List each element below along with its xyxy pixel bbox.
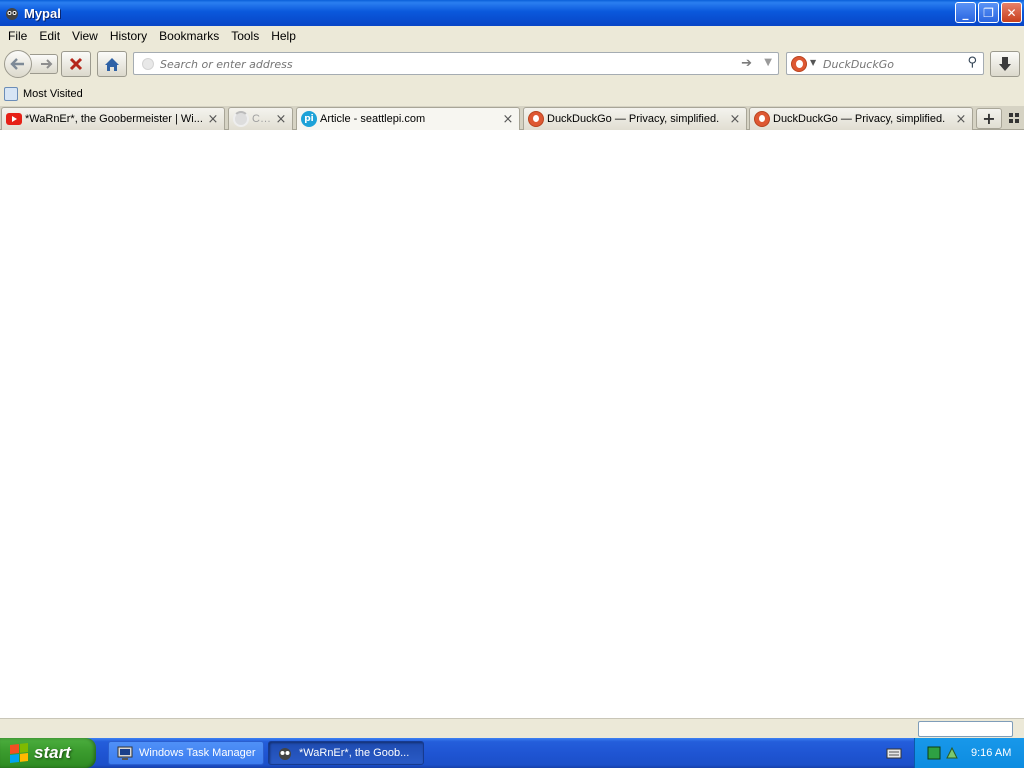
tab-youtube[interactable]: *WaRnEr*, the Goobermeister | Wi... × (1, 107, 225, 130)
tab-close-icon[interactable]: × (501, 112, 515, 127)
restore-button[interactable]: ❐ (978, 2, 999, 23)
search-icon[interactable]: ⚲ (967, 55, 977, 70)
taskbar: start Windows Task Manager *WaRnEr*, the… (0, 738, 1024, 768)
new-tab-button[interactable]: + (976, 108, 1002, 129)
downloads-button[interactable] (990, 51, 1020, 77)
tab-title: DuckDuckGo — Privacy, simplified. (773, 113, 946, 125)
keyboard-icon[interactable] (886, 746, 902, 760)
mypal-icon (4, 5, 20, 21)
tab-close-icon[interactable]: × (274, 112, 288, 127)
download-arrow-icon (999, 57, 1011, 71)
menu-file[interactable]: File (2, 29, 33, 43)
tab-duckduckgo-1[interactable]: DuckDuckGo — Privacy, simplified. × (523, 107, 747, 130)
tab-loading[interactable]: Co... × (228, 107, 293, 130)
window-title: Mypal (24, 5, 61, 21)
safely-remove-icon[interactable] (945, 746, 959, 760)
back-forward-group (4, 50, 58, 78)
duckduckgo-icon (528, 111, 544, 127)
taskbar-item-task-manager[interactable]: Windows Task Manager (108, 741, 264, 765)
task-manager-icon (117, 746, 133, 760)
forward-arrow-icon (40, 59, 52, 69)
tab-title: *WaRnEr*, the Goobermeister | Wi... (25, 113, 203, 125)
tab-close-icon[interactable]: × (728, 112, 742, 127)
minimize-icon: _ (962, 5, 969, 20)
duckduckgo-icon[interactable] (791, 56, 807, 72)
go-arrow-icon[interactable]: ➔ (741, 56, 752, 71)
taskbar-item-mypal[interactable]: *WaRnEr*, the Goob... (268, 741, 424, 765)
page-content[interactable] (0, 130, 1024, 718)
address-bar[interactable]: ➔ ▼ (133, 52, 779, 75)
restore-icon: ❐ (983, 5, 994, 20)
menu-bar: File Edit View History Bookmarks Tools H… (0, 26, 1024, 46)
tab-duckduckgo-2[interactable]: DuckDuckGo — Privacy, simplified. × (749, 107, 973, 130)
list-all-tabs-button[interactable] (1006, 110, 1022, 126)
back-button[interactable] (4, 50, 32, 78)
bookmarks-toolbar: Most Visited (0, 82, 1024, 106)
tab-seattlepi[interactable]: pi Article - seattlepi.com × (296, 107, 520, 130)
address-input[interactable] (160, 56, 720, 72)
home-icon (105, 57, 119, 71)
search-bar[interactable]: ▼ ⚲ (786, 52, 984, 75)
status-bar (0, 718, 1024, 738)
home-button[interactable] (97, 51, 127, 77)
task-label: *WaRnEr*, the Goob... (299, 747, 410, 759)
history-dropdown-icon[interactable]: ▼ (764, 57, 772, 68)
menu-edit[interactable]: Edit (33, 29, 66, 43)
stop-button[interactable] (61, 51, 91, 77)
start-label: start (34, 743, 71, 762)
windows-logo-icon (10, 743, 28, 763)
network-icon[interactable] (927, 746, 941, 760)
back-arrow-icon (10, 58, 24, 70)
window-controls: _ ❐ ✕ (955, 2, 1022, 23)
status-field (918, 721, 1013, 737)
youtube-icon (6, 113, 22, 125)
tab-close-icon[interactable]: × (954, 112, 968, 127)
search-input[interactable] (823, 56, 963, 72)
forward-button[interactable] (30, 54, 58, 74)
mypal-icon (279, 748, 291, 760)
most-visited-icon[interactable] (4, 87, 18, 101)
menu-tools[interactable]: Tools (225, 29, 265, 43)
task-label: Windows Task Manager (139, 747, 256, 759)
engine-dropdown-icon[interactable]: ▼ (810, 58, 816, 67)
title-bar[interactable]: Mypal _ ❐ ✕ (0, 0, 1024, 26)
navigation-toolbar: ➔ ▼ ▼ ⚲ (0, 46, 1024, 82)
menu-help[interactable]: Help (265, 29, 302, 43)
tab-title: Article - seattlepi.com (320, 113, 426, 125)
close-button[interactable]: ✕ (1001, 2, 1022, 23)
stop-x-icon (69, 57, 83, 71)
menu-history[interactable]: History (104, 29, 153, 43)
bookmark-most-visited[interactable]: Most Visited (23, 88, 83, 100)
menu-view[interactable]: View (66, 29, 104, 43)
tab-title: Co... (252, 113, 274, 125)
plus-icon: + (982, 109, 996, 128)
tab-title: DuckDuckGo — Privacy, simplified. (547, 113, 720, 125)
close-icon: ✕ (1006, 5, 1017, 20)
minimize-button[interactable]: _ (955, 2, 976, 23)
duckduckgo-icon (754, 111, 770, 127)
system-tray: 9:16 AM (914, 738, 1024, 768)
clock[interactable]: 9:16 AM (971, 747, 1011, 759)
loading-icon (233, 111, 249, 127)
tab-close-icon[interactable]: × (206, 112, 220, 127)
globe-icon (142, 58, 154, 70)
tab-strip: *WaRnEr*, the Goobermeister | Wi... × Co… (0, 106, 1024, 130)
seattlepi-icon: pi (301, 111, 317, 127)
start-button[interactable]: start (0, 738, 96, 768)
menu-bookmarks[interactable]: Bookmarks (153, 29, 225, 43)
